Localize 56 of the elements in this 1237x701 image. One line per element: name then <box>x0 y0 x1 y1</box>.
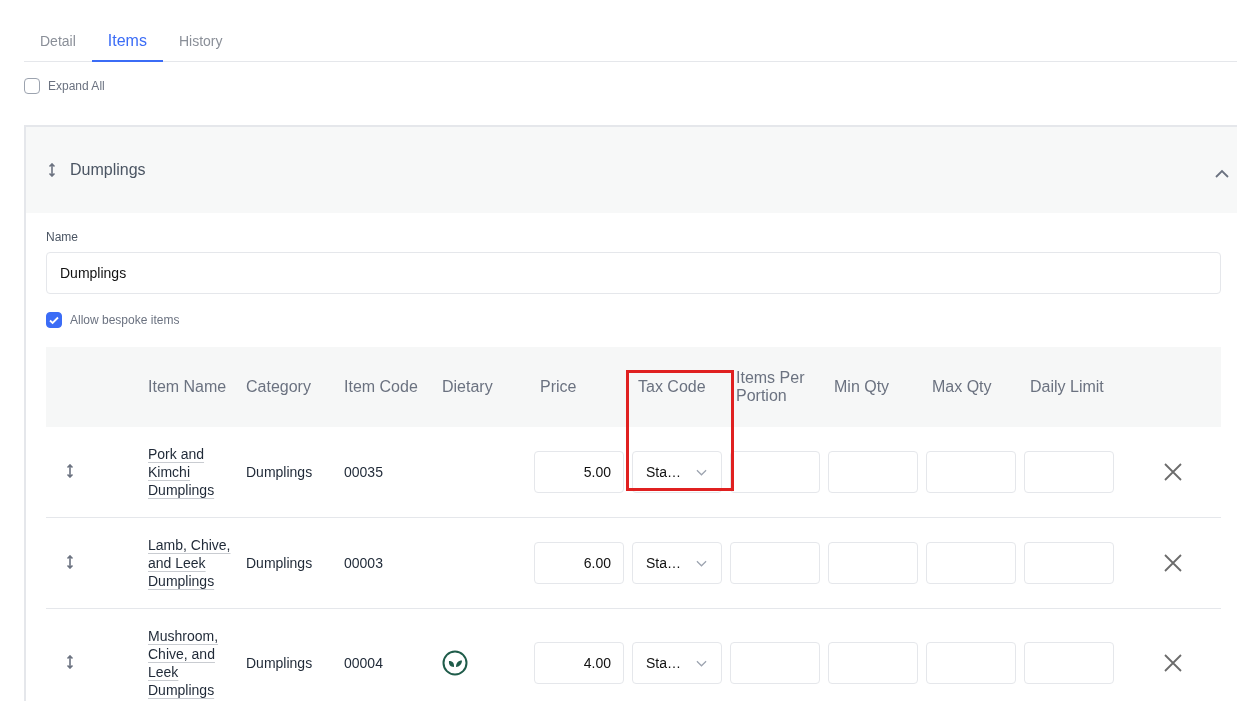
item-code-text: 00035 <box>344 464 383 480</box>
drag-handle-icon[interactable] <box>66 463 74 478</box>
tab[interactable]: Items <box>91 24 163 62</box>
category-text: Dumplings <box>246 555 313 571</box>
min-qty-input[interactable] <box>828 542 918 584</box>
field-label: Name <box>46 230 79 244</box>
tax-code-select[interactable]: Sta… <box>632 451 722 493</box>
item-code-text: 00004 <box>344 655 383 671</box>
items-per-portion-input[interactable] <box>730 642 820 684</box>
drag-handle-icon[interactable] <box>48 163 56 177</box>
category-text: Dumplings <box>246 464 313 480</box>
max-qty-input[interactable] <box>926 642 1016 684</box>
column-header: Min Qty <box>834 378 890 396</box>
min-qty-input[interactable] <box>828 451 918 493</box>
column-header: Tax Code <box>638 378 706 396</box>
column-header: Daily Limit <box>1030 378 1104 396</box>
column-header: Items Per Portion <box>736 369 806 405</box>
min-qty-input[interactable] <box>828 642 918 684</box>
tax-code-select[interactable]: Sta… <box>632 542 722 584</box>
column-header: Price <box>540 378 577 396</box>
price-input[interactable]: 5.00 <box>534 451 624 493</box>
checkbox-label: Allow bespoke items <box>70 313 180 327</box>
price-input[interactable]: 4.00 <box>534 642 624 684</box>
section-title: Dumplings <box>70 161 147 179</box>
name-input[interactable]: Dumplings <box>46 252 1221 294</box>
item-name-link[interactable]: Pork and Kimchi Dumplings <box>148 445 232 499</box>
close-icon[interactable] <box>1164 554 1182 572</box>
tax-code-select[interactable]: Sta… <box>632 642 722 684</box>
column-header: Dietary <box>442 378 493 396</box>
item-name-link[interactable]: Mushroom, Chive, and Leek Dumplings <box>148 627 232 699</box>
chevron-icon[interactable] <box>1215 168 1229 178</box>
item-code-text: 00003 <box>344 555 383 571</box>
close-icon[interactable] <box>1164 463 1182 481</box>
column-header: Max Qty <box>932 378 992 396</box>
max-qty-input[interactable] <box>926 542 1016 584</box>
daily-limit-input[interactable] <box>1024 451 1114 493</box>
item-name-link[interactable]: Lamb, Chive, and Leek Dumplings <box>148 536 232 590</box>
column-header: Item Name <box>148 378 227 396</box>
caret-icon <box>696 659 707 667</box>
column-header: Item Code <box>344 378 418 396</box>
checkbox[interactable] <box>24 78 40 94</box>
daily-limit-input[interactable] <box>1024 642 1114 684</box>
items-per-portion-input[interactable] <box>730 542 820 584</box>
caret-icon <box>696 468 707 476</box>
price-input[interactable]: 6.00 <box>534 542 624 584</box>
drag-handle-icon[interactable] <box>66 554 74 569</box>
drag-handle-icon[interactable] <box>66 654 74 669</box>
items-per-portion-input[interactable] <box>730 451 820 493</box>
caret-icon <box>696 559 707 567</box>
max-qty-input[interactable] <box>926 451 1016 493</box>
checkbox[interactable] <box>46 312 62 328</box>
checkbox-label: Expand All <box>48 79 105 93</box>
close-icon[interactable] <box>1164 654 1182 672</box>
category-text: Dumplings <box>246 655 313 671</box>
column-header: Category <box>246 378 311 396</box>
daily-limit-input[interactable] <box>1024 542 1114 584</box>
